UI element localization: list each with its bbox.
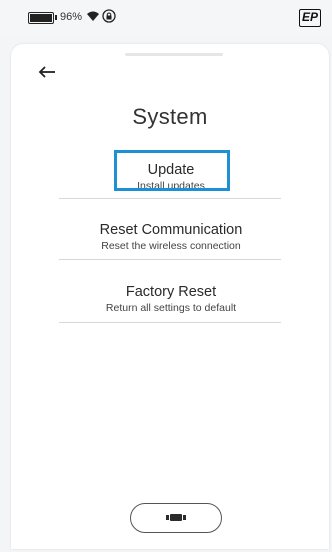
lock-icon <box>102 9 116 23</box>
home-button-icon <box>166 514 186 521</box>
page-title: System <box>132 104 208 129</box>
battery-icon <box>28 12 57 24</box>
menu-item-label: Factory Reset <box>125 284 217 300</box>
home-button[interactable] <box>130 503 222 533</box>
menu-item-label: Reset Communication <box>99 222 243 238</box>
menu-item-factory-reset[interactable]: Factory Reset Return all settings to def… <box>59 284 283 315</box>
menu-item-description: Reset the wireless connection <box>101 240 241 252</box>
selection-highlight <box>114 150 230 191</box>
back-arrow-icon[interactable] <box>37 64 57 80</box>
status-bar: 96% EP <box>0 0 332 36</box>
drag-handle[interactable] <box>125 53 223 56</box>
system-panel: System Update Install updates Reset Comm… <box>11 44 329 549</box>
divider <box>59 322 281 323</box>
wifi-icon <box>87 11 99 21</box>
ep-logo: EP <box>299 9 321 27</box>
divider <box>59 259 281 260</box>
divider <box>59 198 281 199</box>
menu-item-reset-communication[interactable]: Reset Communication Reset the wireless c… <box>59 222 283 253</box>
menu-item-description: Return all settings to default <box>105 302 237 314</box>
battery-percent: 96% <box>60 11 83 23</box>
